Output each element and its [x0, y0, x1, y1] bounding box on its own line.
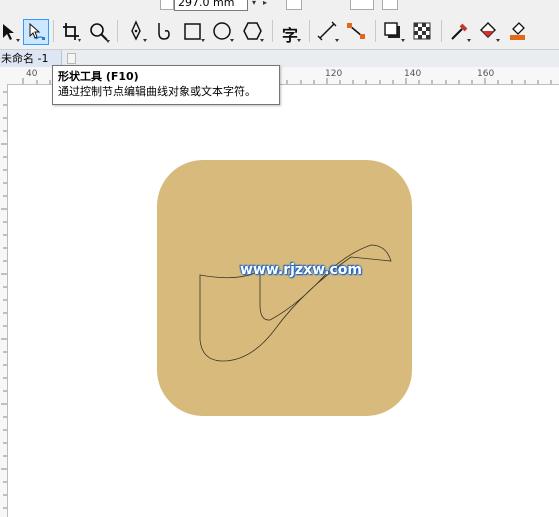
magnifier-icon: [90, 23, 110, 43]
separator: [117, 20, 118, 42]
pen-tool[interactable]: [124, 19, 150, 45]
rectangle-icon: [184, 23, 205, 42]
transparency-tool[interactable]: [410, 19, 436, 45]
page-layout-button[interactable]: [382, 0, 398, 10]
ruler-label: 40: [26, 69, 38, 79]
eyedropper-tool[interactable]: [447, 19, 473, 45]
hexagon-icon: [243, 22, 264, 42]
tooltip-description: 通过控制节点编辑曲线对象或文本字符。: [58, 85, 256, 98]
text-tool[interactable]: 字: [278, 19, 304, 45]
pick-tool[interactable]: [0, 19, 24, 45]
shape-tool[interactable]: [23, 19, 49, 45]
tooltip-title: 形状工具 (F10): [58, 70, 139, 83]
new-tab-button[interactable]: [67, 53, 76, 64]
separator: [309, 20, 310, 42]
smart-fill-tool[interactable]: [505, 19, 531, 45]
fill-bucket-icon: [480, 22, 500, 42]
vertical-ruler-ticks: [1, 91, 7, 509]
separator: [441, 20, 442, 42]
property-bar: 297.0 mm ▾ ▸: [0, 0, 559, 15]
separator: [375, 20, 376, 42]
rounded-square-shape: [157, 160, 412, 416]
spin-arrow-icon[interactable]: ▸: [263, 0, 267, 7]
page-height-field[interactable]: 297.0 mm: [174, 0, 248, 11]
page-size-lock-box[interactable]: [160, 0, 174, 10]
crop-tool[interactable]: [58, 19, 84, 45]
separator: [272, 20, 273, 42]
pen-nib-icon: [131, 20, 147, 42]
ruler-label: 120: [325, 69, 343, 79]
drop-shadow-icon: [384, 22, 405, 42]
rectangle-tool[interactable]: [181, 19, 207, 45]
polygon-tool[interactable]: [240, 19, 266, 45]
ruler-label: 160: [477, 69, 495, 79]
zoom-tool[interactable]: [86, 19, 112, 45]
smart-fill-icon: [510, 22, 525, 40]
toolbox: 字: [0, 14, 559, 50]
eyedropper-icon: [451, 23, 471, 42]
connector-icon: [347, 23, 365, 39]
arrow-pointer-icon: [3, 24, 20, 42]
drawing-canvas[interactable]: [8, 85, 559, 517]
spin-down-icon[interactable]: ▾: [252, 0, 256, 7]
ellipse-icon: [213, 22, 234, 42]
vertical-ruler[interactable]: [0, 84, 8, 517]
tooltip: 形状工具 (F10) 通过控制节点编辑曲线对象或文本字符。: [52, 65, 280, 105]
page-options-button[interactable]: [350, 0, 374, 10]
crop-icon: [63, 23, 81, 42]
ruler-label: 140: [404, 69, 422, 79]
checkerboard-icon: [413, 22, 431, 40]
portrait-button[interactable]: [286, 0, 302, 10]
parallel-dimension-tool[interactable]: [315, 19, 341, 45]
ellipse-tool[interactable]: [210, 19, 236, 45]
interactive-fill-tool[interactable]: [476, 19, 502, 45]
curve-icon: [158, 23, 170, 40]
shape-node-icon: [29, 22, 45, 40]
drop-shadow-tool[interactable]: [381, 19, 407, 45]
separator: [53, 20, 54, 42]
dimension-line-icon: [317, 21, 339, 42]
freehand-tool[interactable]: [152, 19, 178, 45]
artwork: [157, 160, 412, 416]
text-zi-icon: 字: [282, 26, 299, 45]
watermark-text: www.rjzxw.com: [240, 262, 362, 278]
connector-tool[interactable]: [343, 19, 369, 45]
